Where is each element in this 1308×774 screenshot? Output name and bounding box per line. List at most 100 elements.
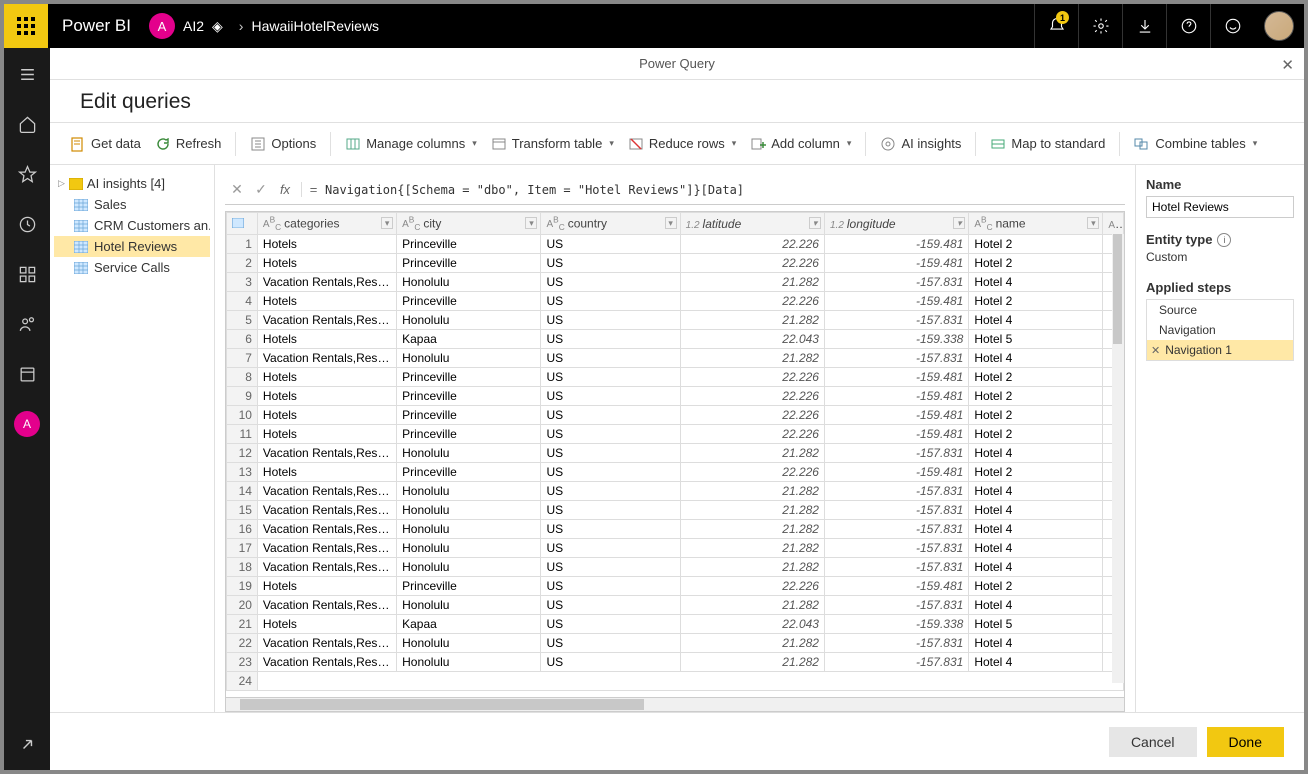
help-button[interactable]	[1166, 4, 1210, 48]
column-header[interactable]: ABCcategories▾	[257, 213, 396, 235]
data-grid: ABCcategories▾ABCcity▾ABCcountry▾1.2lati…	[225, 211, 1125, 712]
table-row[interactable]: 18Vacation Rentals,Resorts &...HonoluluU…	[227, 558, 1124, 577]
name-label: Name	[1146, 177, 1294, 192]
query-name-input[interactable]	[1146, 196, 1294, 218]
nav-recent[interactable]	[4, 208, 50, 240]
refresh-button[interactable]: Refresh	[155, 136, 222, 152]
queries-panel: ▷ AI insights [4] SalesCRM Customers an.…	[50, 165, 215, 712]
close-button[interactable]: ✕	[1281, 56, 1294, 74]
nav-apps[interactable]	[4, 258, 50, 290]
app-launcher-button[interactable]	[4, 4, 48, 48]
transform-table-button[interactable]: Transform table▾	[491, 136, 614, 152]
nav-workspaces[interactable]	[4, 358, 50, 390]
column-header[interactable]: ABCcity▾	[397, 213, 541, 235]
map-to-standard-button[interactable]: Map to standard	[990, 136, 1105, 152]
ai-insights-button[interactable]: AI insights	[880, 136, 961, 152]
manage-columns-button[interactable]: Manage columns▾	[345, 136, 477, 152]
nav-rail: A	[4, 48, 50, 770]
table-row[interactable]: 8HotelsPrincevilleUS22.226-159.481Hotel …	[227, 368, 1124, 387]
table-row[interactable]: 19HotelsPrincevilleUS22.226-159.481Hotel…	[227, 577, 1124, 596]
workspace-avatar[interactable]: A	[149, 13, 175, 39]
table-row[interactable]: 15Vacation Rentals,Resorts &...HonoluluU…	[227, 501, 1124, 520]
table-row[interactable]: 5Vacation Rentals,Resorts &...HonoluluUS…	[227, 311, 1124, 330]
download-button[interactable]	[1122, 4, 1166, 48]
breadcrumb-workspace[interactable]: AI2	[183, 18, 204, 34]
formula-accept[interactable]: ✓	[249, 178, 273, 202]
table-row[interactable]: 12Vacation Rentals,Resorts &...HonoluluU…	[227, 444, 1124, 463]
table-row[interactable]: 10HotelsPrincevilleUS22.226-159.481Hotel…	[227, 406, 1124, 425]
nav-menu-button[interactable]	[4, 58, 50, 90]
formula-bar: ✕ ✓ fx = Navigation{[Schema = "dbo", Ite…	[225, 175, 1125, 205]
table-row[interactable]: 21HotelsKapaaUS22.043-159.338Hotel 5	[227, 615, 1124, 634]
notifications-button[interactable]: 1	[1034, 4, 1078, 48]
info-icon[interactable]: i	[1217, 233, 1231, 247]
query-settings-panel: Name Entity type i Custom Applied steps …	[1136, 165, 1304, 712]
table-row[interactable]: 17Vacation Rentals,Resorts &...HonoluluU…	[227, 539, 1124, 558]
table-row[interactable]: 16Vacation Rentals,Resorts &...HonoluluU…	[227, 520, 1124, 539]
query-item[interactable]: CRM Customers an...	[54, 215, 210, 236]
breadcrumb-separator: ›	[239, 18, 244, 34]
fx-icon[interactable]: fx	[273, 178, 297, 202]
table-row[interactable]: 13HotelsPrincevilleUS22.226-159.481Hotel…	[227, 463, 1124, 482]
table-row[interactable]: 4HotelsPrincevilleUS22.226-159.481Hotel …	[227, 292, 1124, 311]
table-row[interactable]: 23Vacation Rentals,Resorts &...HonoluluU…	[227, 653, 1124, 672]
power-query-header: Power Query ✕	[50, 48, 1304, 80]
query-item[interactable]: Hotel Reviews	[54, 236, 210, 257]
nav-current-workspace[interactable]: A	[4, 408, 50, 440]
brand-label: Power BI	[62, 16, 131, 36]
top-bar: Power BI A AI2 ◈ › HawaiiHotelReviews 1	[4, 4, 1304, 48]
get-data-button[interactable]: Get data	[70, 136, 141, 152]
notification-badge: 1	[1056, 11, 1069, 24]
table-row[interactable]: 7Vacation Rentals,Resorts &...HonoluluUS…	[227, 349, 1124, 368]
horizontal-scrollbar[interactable]	[226, 697, 1124, 711]
nav-home[interactable]	[4, 108, 50, 140]
nav-favorites[interactable]	[4, 158, 50, 190]
formula-cancel[interactable]: ✕	[225, 178, 249, 202]
applied-step[interactable]: ✕Navigation 1	[1147, 340, 1293, 360]
column-header[interactable]: ABCcountry▾	[541, 213, 680, 235]
table-row[interactable]: 11HotelsPrincevilleUS22.226-159.481Hotel…	[227, 425, 1124, 444]
reduce-rows-button[interactable]: Reduce rows▾	[628, 136, 736, 152]
table-row[interactable]: 9HotelsPrincevilleUS22.226-159.481Hotel …	[227, 387, 1124, 406]
nav-expand[interactable]	[4, 728, 50, 760]
table-row[interactable]: 2HotelsPrincevilleUS22.226-159.481Hotel …	[227, 254, 1124, 273]
table-row[interactable]: 20Vacation Rentals,Resorts &...HonoluluU…	[227, 596, 1124, 615]
query-item[interactable]: Service Calls	[54, 257, 210, 278]
user-avatar[interactable]	[1264, 11, 1294, 41]
entity-type-value: Custom	[1146, 250, 1294, 264]
dialog-footer: Cancel Done	[50, 712, 1304, 770]
row-number-header[interactable]	[227, 213, 258, 235]
table-row[interactable]: 14Vacation Rentals,Resorts &...HonoluluU…	[227, 482, 1124, 501]
applied-steps-list: SourceNavigation✕Navigation 1	[1146, 299, 1294, 361]
edit-queries-title: Edit queries	[50, 80, 1304, 123]
premium-icon: ◈	[212, 18, 223, 35]
applied-step[interactable]: Navigation	[1147, 320, 1293, 340]
table-row[interactable]: 22Vacation Rentals,Resorts &...HonoluluU…	[227, 634, 1124, 653]
delete-step-icon[interactable]: ✕	[1151, 344, 1160, 357]
add-column-button[interactable]: Add column▾	[750, 136, 851, 152]
column-header[interactable]: ABCname▾	[969, 213, 1103, 235]
applied-steps-label: Applied steps	[1146, 280, 1294, 295]
applied-step[interactable]: Source	[1147, 300, 1293, 320]
settings-button[interactable]	[1078, 4, 1122, 48]
feedback-button[interactable]	[1210, 4, 1254, 48]
combine-tables-button[interactable]: Combine tables▾	[1134, 136, 1257, 152]
table-row[interactable]: 6HotelsKapaaUS22.043-159.338Hotel 5	[227, 330, 1124, 349]
ribbon: Get data Refresh Options Manage columns▾…	[50, 123, 1304, 165]
entity-type-label: Entity type	[1146, 232, 1212, 247]
equals-icon: =	[301, 182, 319, 197]
vertical-scrollbar[interactable]	[1112, 234, 1124, 683]
cancel-button[interactable]: Cancel	[1109, 727, 1197, 757]
table-row[interactable]: 1HotelsPrincevilleUS22.226-159.481Hotel …	[227, 235, 1124, 254]
nav-shared[interactable]	[4, 308, 50, 340]
pq-title: Power Query	[639, 56, 715, 71]
queries-folder[interactable]: ▷ AI insights [4]	[54, 173, 210, 194]
query-item[interactable]: Sales	[54, 194, 210, 215]
column-header[interactable]: 1.2latitude▾	[680, 213, 824, 235]
table-row[interactable]: 3Vacation Rentals,Resorts &...HonoluluUS…	[227, 273, 1124, 292]
column-header[interactable]: 1.2longitude▾	[824, 213, 968, 235]
breadcrumb-item[interactable]: HawaiiHotelReviews	[251, 18, 379, 34]
done-button[interactable]: Done	[1207, 727, 1284, 757]
formula-text[interactable]: Navigation{[Schema = "dbo", Item = "Hote…	[319, 183, 1125, 197]
options-button[interactable]: Options	[250, 136, 316, 152]
